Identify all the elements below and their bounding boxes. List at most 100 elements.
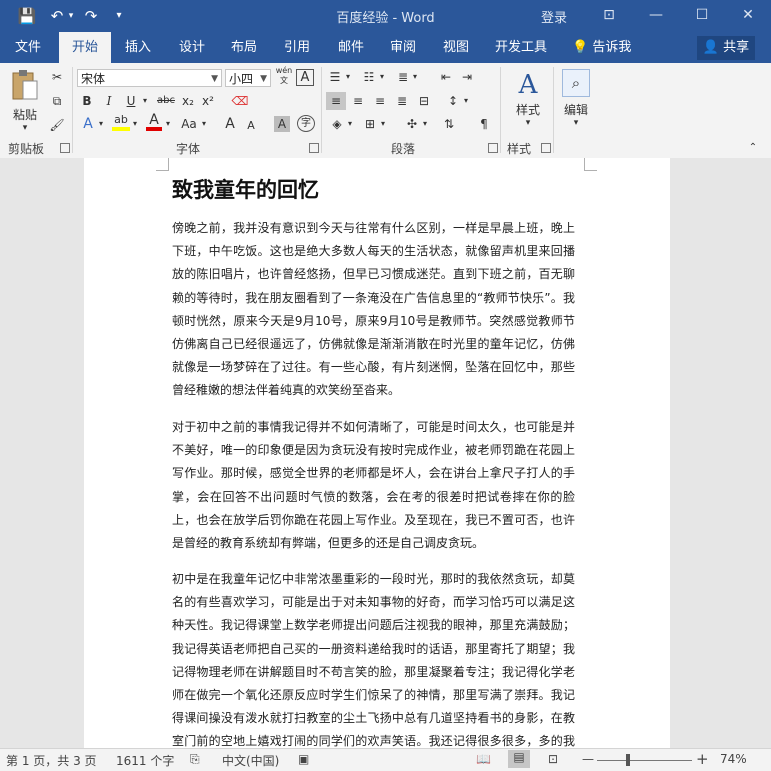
chevron-down-icon[interactable]: ▾ [462, 92, 470, 110]
italic-button[interactable]: I [102, 92, 116, 110]
chevron-down-icon[interactable]: ▾ [344, 68, 352, 86]
align-left-icon[interactable]: ≡ [326, 92, 346, 110]
tab-developer[interactable]: 开发工具 [490, 32, 552, 63]
character-border-button[interactable]: A [296, 69, 314, 86]
paste-dropdown-icon: ▾ [22, 123, 28, 133]
ribbon-display-options-icon[interactable]: ⊡ [598, 6, 620, 24]
chevron-down-icon[interactable]: ▾ [421, 115, 429, 133]
collapse-ribbon-icon[interactable]: ⌃ [746, 139, 760, 157]
tab-mailings[interactable]: 邮件 [331, 32, 371, 63]
chevron-down-icon[interactable]: ▾ [378, 68, 386, 86]
tab-design[interactable]: 设计 [172, 32, 212, 63]
justify-icon[interactable]: ≣ [392, 92, 412, 110]
paragraph-launcher-icon[interactable] [488, 143, 498, 153]
cut-icon[interactable]: ✂ [48, 68, 66, 86]
group-divider [553, 67, 554, 153]
strikethrough-button[interactable]: abc [155, 92, 177, 110]
paste-label: 粘贴 [12, 108, 37, 122]
font-group-label: 字体 [176, 142, 201, 156]
copy-icon[interactable]: ⧉ [48, 92, 66, 110]
styles-button[interactable]: A 样式 ▾ [508, 69, 548, 135]
change-case-button[interactable]: Aa [178, 115, 200, 133]
print-layout-icon[interactable]: ▤ [508, 750, 530, 768]
chinese-layout-icon[interactable]: ✣ [404, 115, 420, 133]
page-count[interactable]: 第 1 页，共 3 页 [6, 752, 97, 769]
zoom-out-icon[interactable]: — [582, 752, 594, 766]
language-indicator[interactable]: 中文(中国) [222, 752, 279, 769]
tab-layout[interactable]: 布局 [224, 32, 264, 63]
bold-button[interactable]: B [80, 92, 94, 110]
chevron-down-icon[interactable]: ▾ [379, 115, 387, 133]
borders-icon[interactable]: ⊞ [362, 115, 378, 133]
tab-home[interactable]: 开始 [59, 32, 111, 63]
macro-recording-icon[interactable]: ▣ [298, 752, 309, 766]
font-launcher-icon[interactable] [309, 143, 319, 153]
enclose-characters-button[interactable]: 字 [297, 115, 315, 132]
bullets-icon[interactable]: ☰ [327, 68, 343, 86]
subscript-button[interactable]: x₂ [180, 92, 196, 110]
chevron-down-icon[interactable]: ▾ [346, 115, 354, 133]
font-size-combo[interactable]: 小四 ▼ [225, 69, 271, 87]
tab-review[interactable]: 审阅 [383, 32, 423, 63]
tab-file[interactable]: 文件 [6, 32, 50, 63]
styles-group-label: 样式 [507, 142, 532, 156]
superscript-button[interactable]: x² [200, 92, 216, 110]
group-divider [72, 67, 73, 153]
sign-in-link[interactable]: 登录 [541, 7, 567, 26]
text-effects-button[interactable]: A [80, 115, 96, 133]
clear-formatting-icon[interactable]: ⌫ [231, 92, 249, 110]
chevron-down-icon[interactable]: ▾ [131, 115, 139, 133]
align-center-icon[interactable]: ≡ [348, 92, 368, 110]
chevron-down-icon[interactable]: ▾ [164, 115, 172, 133]
underline-button[interactable]: U [124, 92, 138, 110]
tell-me-search[interactable]: 💡 告诉我 [572, 32, 631, 63]
clipboard-launcher-icon[interactable] [60, 143, 70, 153]
share-button[interactable]: 👤 共享 [697, 36, 755, 60]
numbering-icon[interactable]: ☷ [361, 68, 377, 86]
shading-icon[interactable]: ◈ [329, 115, 345, 133]
chevron-down-icon[interactable]: ▾ [411, 68, 419, 86]
format-painter-icon[interactable]: 🖌 [48, 116, 66, 134]
font-name-combo[interactable]: 宋体 ▼ [77, 69, 222, 87]
font-color-button[interactable]: A [146, 113, 162, 131]
margin-corner-mark [156, 158, 169, 171]
word-count[interactable]: 1611 个字 [116, 752, 174, 769]
proofing-icon[interactable]: ⎘ [190, 752, 200, 767]
zoom-in-icon[interactable]: + [696, 750, 709, 768]
maximize-icon[interactable]: ☐ [691, 6, 713, 24]
sort-icon[interactable]: ⇅ [441, 115, 457, 133]
grow-font-button[interactable]: A [222, 115, 238, 133]
multilevel-list-icon[interactable]: ≣ [395, 68, 411, 86]
zoom-level[interactable]: 74% [720, 752, 747, 766]
shrink-font-button[interactable]: A [244, 117, 258, 135]
paragraph-group-label: 段落 [391, 142, 416, 156]
editing-label: 编辑 [563, 103, 588, 117]
paste-button[interactable]: 粘贴 ▾ [8, 69, 42, 133]
close-icon[interactable]: ✕ [737, 6, 759, 24]
chevron-down-icon[interactable]: ▾ [200, 115, 208, 133]
web-layout-icon[interactable]: ⊡ [548, 752, 558, 766]
zoom-slider-track[interactable] [597, 760, 692, 761]
tab-references[interactable]: 引用 [277, 32, 317, 63]
increase-indent-icon[interactable]: ⇥ [458, 68, 476, 86]
character-shading-button[interactable]: A [274, 116, 290, 132]
styles-launcher-icon[interactable] [541, 143, 551, 153]
align-right-icon[interactable]: ≡ [370, 92, 390, 110]
highlight-color-button[interactable]: ab [112, 113, 130, 131]
distributed-icon[interactable]: ⊟ [414, 92, 434, 110]
decrease-indent-icon[interactable]: ⇤ [437, 68, 455, 86]
zoom-slider-thumb[interactable] [626, 754, 630, 766]
tab-insert[interactable]: 插入 [118, 32, 158, 63]
vertical-scrollbar[interactable] [754, 158, 771, 748]
editing-button[interactable]: ⌕ 编辑 ▾ [560, 69, 592, 135]
show-formatting-marks-icon[interactable]: ¶ [476, 115, 492, 133]
chevron-down-icon[interactable]: ▾ [97, 115, 105, 133]
line-spacing-icon[interactable]: ↕ [444, 92, 462, 110]
phonetic-guide-button[interactable]: wén 文 [275, 66, 293, 86]
document-page[interactable]: 致我童年的回忆 傍晚之前，我并没有意识到今天与往常有什么区别，一样是早晨上班，晚… [84, 158, 670, 748]
read-mode-icon[interactable]: 📖 [476, 752, 491, 766]
chevron-down-icon: ▾ [525, 118, 531, 128]
underline-dropdown-icon[interactable]: ▾ [140, 92, 150, 110]
tab-view[interactable]: 视图 [436, 32, 476, 63]
minimize-icon[interactable]: — [645, 6, 667, 24]
